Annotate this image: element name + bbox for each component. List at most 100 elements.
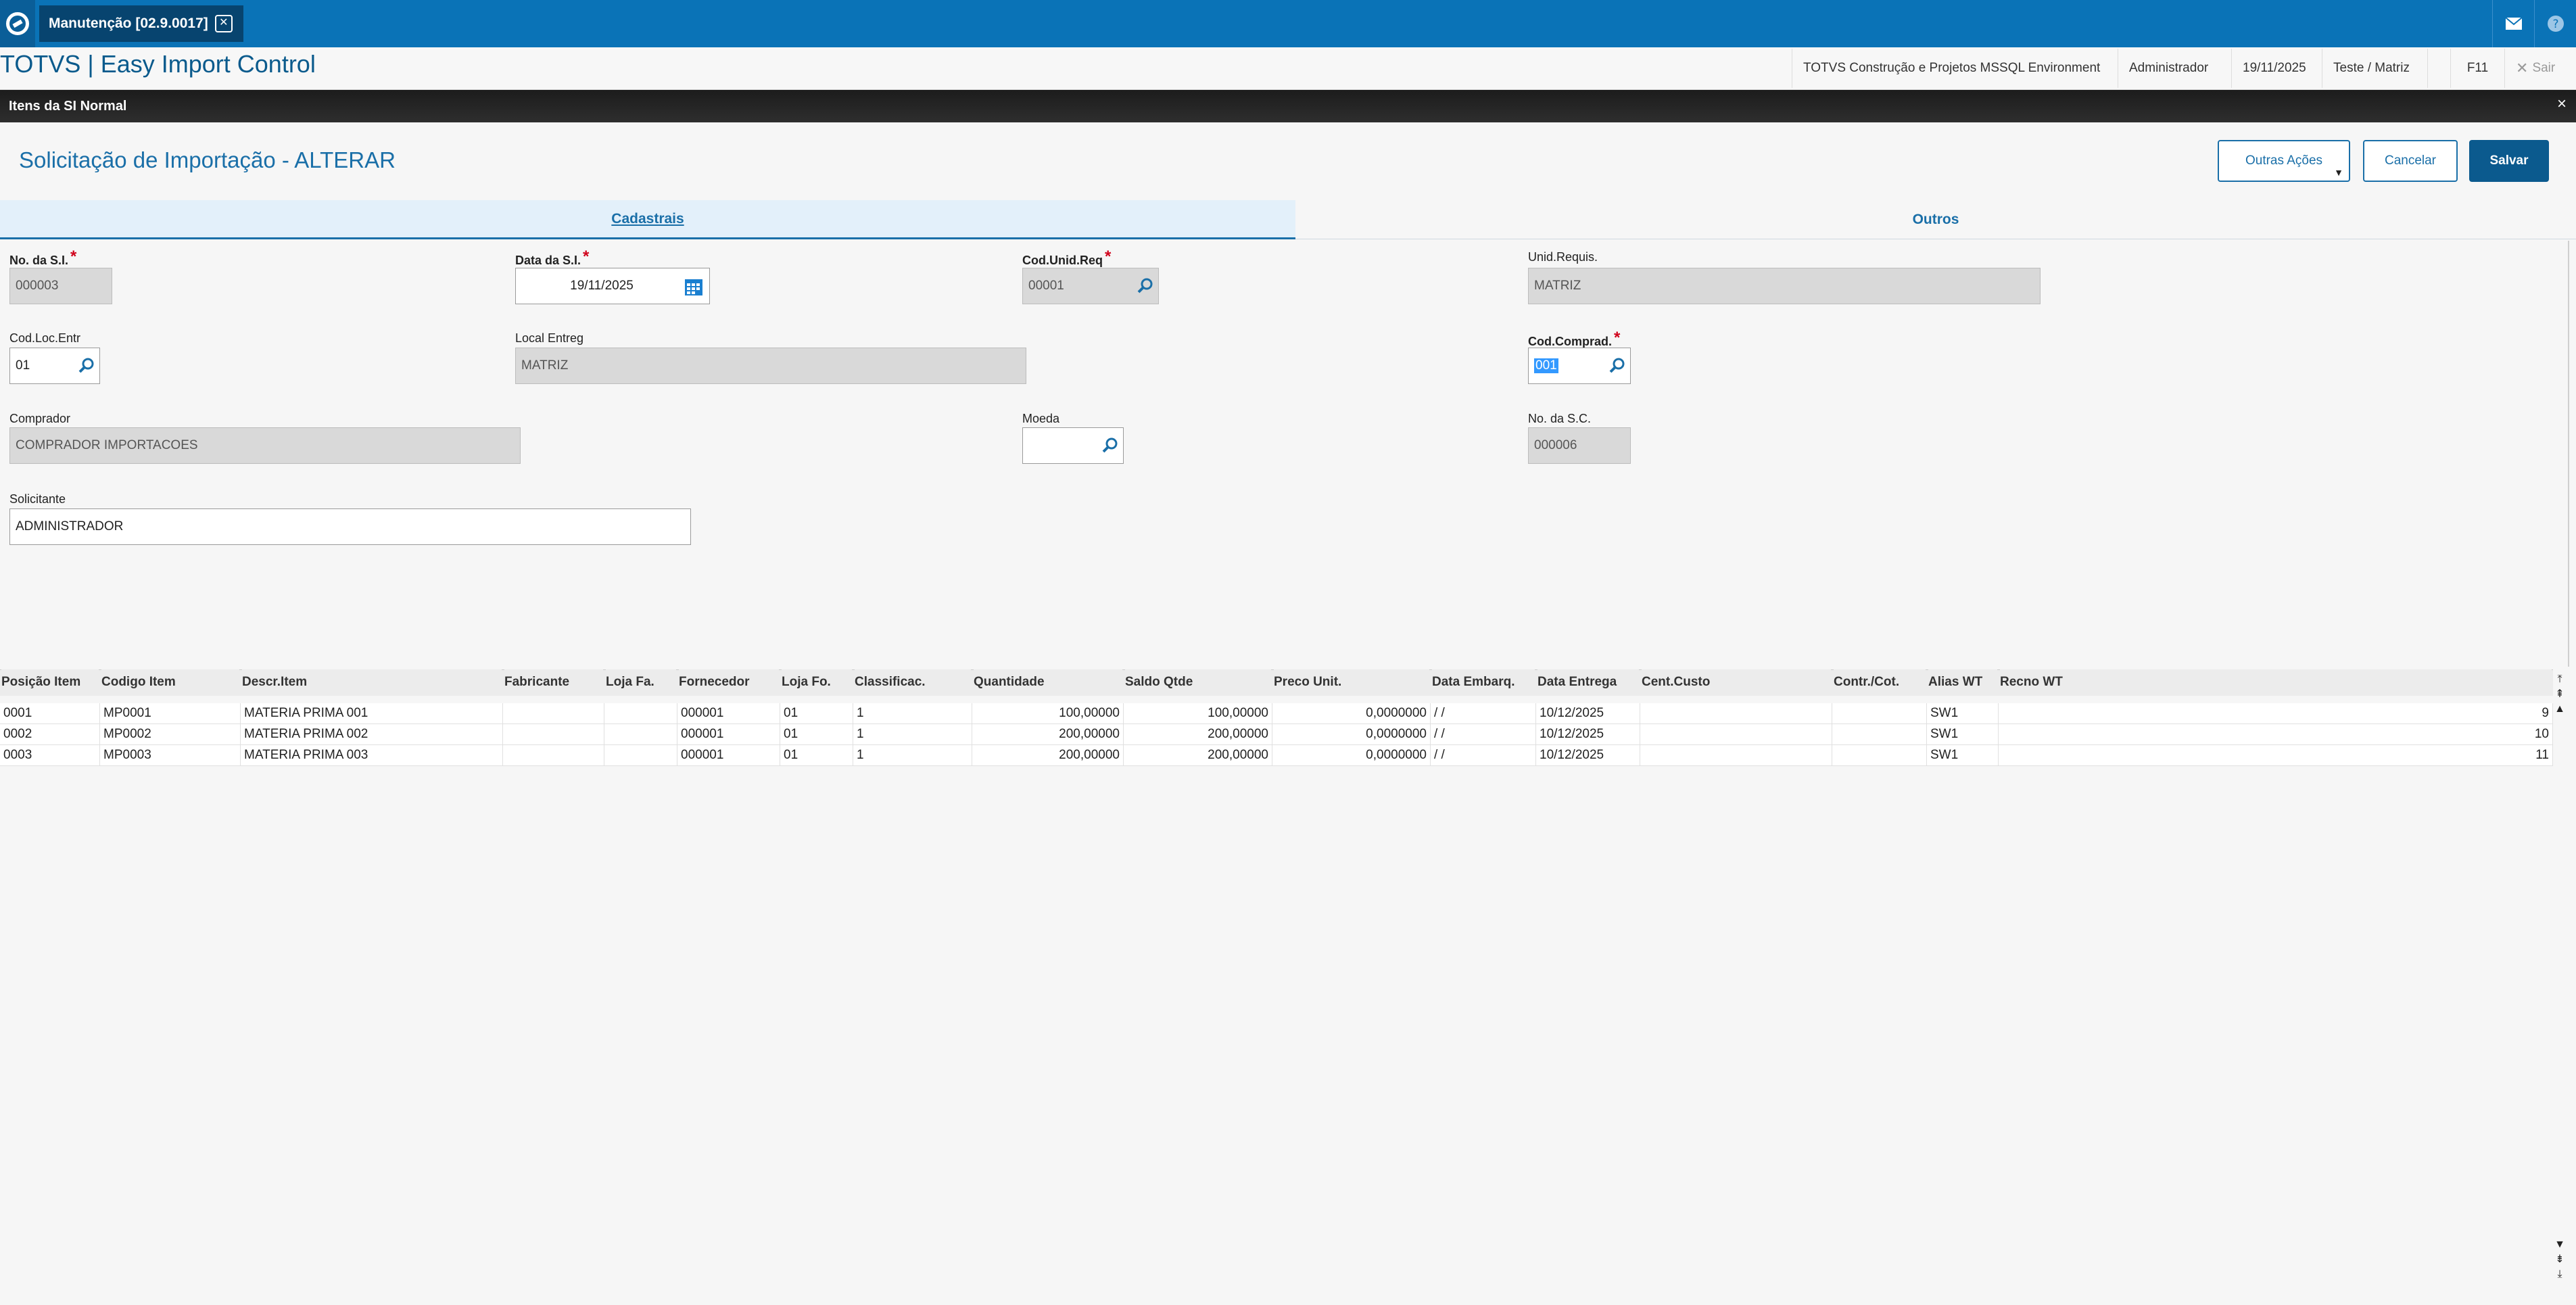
- table-cell: [503, 703, 604, 723]
- table-cell: MATERIA PRIMA 003: [241, 745, 503, 765]
- scroll-bottom-icon[interactable]: ⤓: [2553, 1267, 2567, 1282]
- program-tab[interactable]: Manutenção [02.9.0017] ✕: [39, 5, 243, 42]
- table-cell: 000001: [677, 745, 780, 765]
- search-icon[interactable]: [78, 357, 95, 375]
- table-cell: 01: [780, 703, 853, 723]
- save-button[interactable]: Salvar: [2469, 140, 2549, 182]
- f11-shortcut[interactable]: F11: [2450, 49, 2504, 88]
- date-label[interactable]: 19/11/2025: [2231, 49, 2322, 88]
- cod-loc-entr-field[interactable]: 01: [9, 348, 100, 384]
- table-cell: 11: [1999, 745, 2553, 765]
- cod-loc-entr-value: 01: [16, 358, 30, 373]
- local-entreg-field[interactable]: MATRIZ: [515, 348, 1026, 384]
- branch-label[interactable]: Teste / Matriz: [2322, 49, 2427, 88]
- exit-label: Sair: [2532, 61, 2556, 75]
- table-row[interactable]: 0003 MP0003 MATERIA PRIMA 003 000001 01 1 200,…: [0, 745, 2553, 766]
- tab-cadastrais[interactable]: Cadastrais: [0, 200, 1295, 239]
- table-cell: [604, 724, 677, 744]
- table-cell: 200,00000: [972, 724, 1124, 744]
- table-cell: 0,0000000: [1272, 745, 1431, 765]
- solicitante-field[interactable]: ADMINISTRADOR: [9, 508, 691, 545]
- table-cell: 0002: [0, 724, 100, 744]
- table-cell: 100,00000: [1124, 703, 1272, 723]
- column-header[interactable]: Loja Fo.: [782, 669, 852, 695]
- tab-outros[interactable]: Outros: [1295, 200, 2576, 239]
- scroll-top-icon[interactable]: ⤒: [2553, 672, 2567, 687]
- scroll-down-icon[interactable]: ▼: [2553, 1237, 2567, 1252]
- totvs-logo-icon[interactable]: [0, 0, 35, 47]
- column-header[interactable]: Alias WT: [1928, 669, 1997, 695]
- cod-loc-entr-label: Cod.Loc.Entr: [9, 331, 81, 345]
- table-row[interactable]: 0001 MP0001 MATERIA PRIMA 001 000001 01 1 100,…: [0, 703, 2553, 724]
- comprador-label: Comprador: [9, 412, 71, 425]
- column-header[interactable]: Saldo Qtde: [1125, 669, 1271, 695]
- scroll-page-down-icon[interactable]: ⇟: [2553, 1252, 2567, 1267]
- column-header[interactable]: Recno WT: [2000, 669, 2552, 695]
- table-cell: [604, 745, 677, 765]
- cod-unid-req-label: Cod.Unid.Req *: [1022, 247, 1112, 267]
- cancel-button[interactable]: Cancelar: [2363, 140, 2458, 182]
- table-cell: SW1: [1927, 745, 1999, 765]
- table-cell: 0003: [0, 745, 100, 765]
- table-cell: 000001: [677, 703, 780, 723]
- no-si-field[interactable]: 000003: [9, 268, 112, 304]
- table-cell: / /: [1431, 745, 1536, 765]
- table-cell: MATERIA PRIMA 001: [241, 703, 503, 723]
- search-icon[interactable]: [1608, 357, 1626, 375]
- column-header[interactable]: Codigo Item: [101, 669, 239, 695]
- search-icon[interactable]: [1137, 277, 1154, 295]
- table-cell: 200,00000: [1124, 724, 1272, 744]
- solicitante-label: Solicitante: [9, 492, 66, 506]
- table-cell: 100,00000: [972, 703, 1124, 723]
- column-header[interactable]: Loja Fa.: [606, 669, 676, 695]
- other-actions-button[interactable]: Outras Ações ▼: [2218, 140, 2350, 182]
- comprador-field[interactable]: COMPRADOR IMPORTACOES: [9, 427, 521, 464]
- column-header[interactable]: Cent.Custo: [1642, 669, 1831, 695]
- column-header[interactable]: Fornecedor: [679, 669, 779, 695]
- help-icon[interactable]: ?: [2534, 0, 2576, 47]
- exit-button[interactable]: ✕ Sair: [2504, 49, 2576, 88]
- no-sc-field[interactable]: 000006: [1528, 427, 1631, 464]
- cod-comprad-field[interactable]: 001: [1528, 348, 1631, 384]
- data-si-field[interactable]: 19/11/2025: [515, 268, 710, 304]
- cod-comprad-value: 001: [1534, 358, 1558, 373]
- no-si-label: No. da S.I. *: [9, 247, 77, 267]
- column-header[interactable]: Fabricante: [504, 669, 603, 695]
- table-row[interactable]: 0002 MP0002 MATERIA PRIMA 002 000001 01 1 200,…: [0, 724, 2553, 745]
- column-header[interactable]: Data Entrega: [1537, 669, 1639, 695]
- table-cell: 9: [1999, 703, 2553, 723]
- column-header[interactable]: Quantidade: [974, 669, 1122, 695]
- close-window-icon[interactable]: ×: [2557, 95, 2567, 114]
- column-header[interactable]: Posição Item: [1, 669, 99, 695]
- search-icon[interactable]: [1101, 437, 1119, 454]
- user-label[interactable]: Administrador: [2118, 49, 2231, 88]
- table-cell: 01: [780, 724, 853, 744]
- table-cell: SW1: [1927, 703, 1999, 723]
- table-cell: MATERIA PRIMA 002: [241, 724, 503, 744]
- cod-unid-req-field[interactable]: 00001: [1022, 268, 1159, 304]
- program-tab-label: Manutenção [02.9.0017]: [49, 16, 208, 31]
- table-cell: 1: [853, 724, 972, 744]
- scroll-up-icon[interactable]: ▲: [2553, 702, 2567, 717]
- table-cell: [503, 724, 604, 744]
- grid-scrollbar[interactable]: ⤒ ⇞ ▲ ▼ ⇟ ⤓: [2553, 669, 2567, 1291]
- table-cell: 10/12/2025: [1536, 745, 1640, 765]
- table-cell: SW1: [1927, 724, 1999, 744]
- unid-requis-field[interactable]: MATRIZ: [1528, 268, 2041, 304]
- table-cell: [1640, 724, 1832, 744]
- column-header[interactable]: Contr./Cot.: [1834, 669, 1926, 695]
- close-tab-icon[interactable]: ✕: [214, 15, 233, 32]
- cod-unid-req-value: 00001: [1028, 279, 1064, 293]
- caret-down-icon: ▼: [2334, 167, 2343, 178]
- window-title: Itens da SI Normal: [0, 90, 2576, 122]
- scroll-page-up-icon[interactable]: ⇞: [2553, 687, 2567, 702]
- calendar-icon[interactable]: [684, 277, 704, 297]
- column-header[interactable]: Data Embarq.: [1432, 669, 1535, 695]
- mail-icon[interactable]: [2492, 0, 2535, 47]
- environment-label[interactable]: TOTVS Construção e Projetos MSSQL Enviro…: [1792, 49, 2118, 88]
- column-header[interactable]: Preco Unit.: [1274, 669, 1429, 695]
- column-header[interactable]: Classificac.: [855, 669, 971, 695]
- table-cell: 000001: [677, 724, 780, 744]
- moeda-field[interactable]: [1022, 427, 1124, 464]
- column-header[interactable]: Descr.Item: [242, 669, 502, 695]
